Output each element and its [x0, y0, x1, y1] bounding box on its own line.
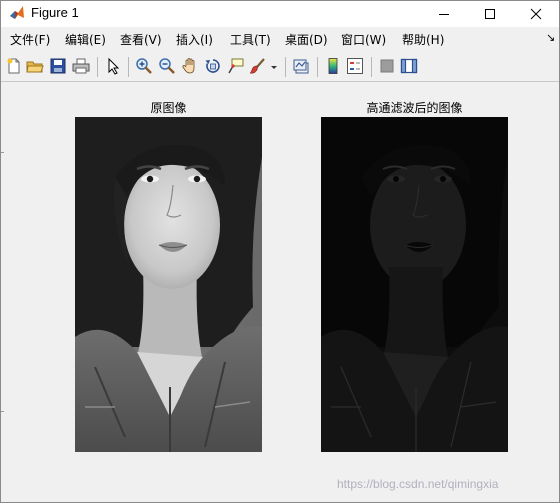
menu-file[interactable]: 文件(F): [10, 31, 50, 49]
close-button[interactable]: [513, 1, 559, 27]
figure-toolbar: [1, 53, 559, 82]
menu-desktop[interactable]: 桌面(D): [285, 31, 328, 49]
toolbar-separator: [97, 57, 98, 77]
save-icon[interactable]: [49, 57, 67, 75]
zoom-out-icon[interactable]: [158, 57, 176, 75]
toolbar-separator: [317, 57, 318, 77]
highpass-photo: [321, 117, 508, 452]
edit-plot-icon[interactable]: [104, 57, 122, 75]
close-icon: [530, 8, 542, 20]
figure-window: Figure 1 文件(F) 编辑(E) 查看(V) 插入(I) 工具(T) 桌…: [0, 0, 560, 503]
toolbar-separator: [128, 57, 129, 77]
dock-arrow-icon[interactable]: ↘: [546, 31, 555, 44]
pan-icon[interactable]: [181, 57, 199, 75]
data-cursor-icon[interactable]: [227, 57, 245, 75]
highpass-image[interactable]: [321, 117, 508, 452]
axes-title-highpass: 高通滤波后的图像: [366, 101, 463, 115]
menu-edit[interactable]: 编辑(E): [65, 31, 106, 49]
original-image[interactable]: [75, 117, 262, 452]
figure-edge-mark: [1, 411, 4, 412]
rotate-3d-icon[interactable]: [204, 57, 222, 75]
hide-plot-tools-icon[interactable]: [378, 57, 396, 75]
colorbar-icon[interactable]: [324, 57, 342, 75]
menu-view[interactable]: 查看(V): [120, 31, 162, 49]
show-plot-tools-icon[interactable]: [400, 57, 418, 75]
maximize-icon: [485, 9, 495, 19]
brush-icon[interactable]: [249, 57, 267, 75]
axes-title-original: 原图像: [150, 101, 187, 115]
new-figure-icon[interactable]: [5, 57, 23, 75]
title-bar[interactable]: Figure 1: [1, 1, 559, 27]
toolbar-separator: [285, 57, 286, 77]
open-file-icon[interactable]: [26, 57, 44, 75]
menu-bar: 文件(F) 编辑(E) 查看(V) 插入(I) 工具(T) 桌面(D) 窗口(W…: [1, 28, 559, 51]
menu-tools[interactable]: 工具(T): [230, 31, 271, 49]
legend-icon[interactable]: [346, 57, 364, 75]
menu-help[interactable]: 帮助(H): [402, 31, 444, 49]
toolbar-separator: [371, 57, 372, 77]
matlab-logo-icon: [9, 5, 25, 21]
menu-insert[interactable]: 插入(I): [176, 31, 213, 49]
maximize-button[interactable]: [467, 1, 513, 27]
brush-dropdown-icon[interactable]: [269, 57, 279, 75]
print-icon[interactable]: [72, 57, 90, 75]
window-title: Figure 1: [31, 5, 79, 20]
portrait-photo: [75, 117, 262, 452]
link-plot-icon[interactable]: [292, 57, 310, 75]
menu-window[interactable]: 窗口(W): [341, 31, 386, 49]
minimize-icon: [439, 14, 449, 15]
zoom-in-icon[interactable]: [135, 57, 153, 75]
figure-edge-mark: [1, 152, 4, 153]
minimize-button[interactable]: [421, 1, 467, 27]
csdn-watermark: https://blog.csdn.net/qimingxia: [337, 477, 499, 491]
